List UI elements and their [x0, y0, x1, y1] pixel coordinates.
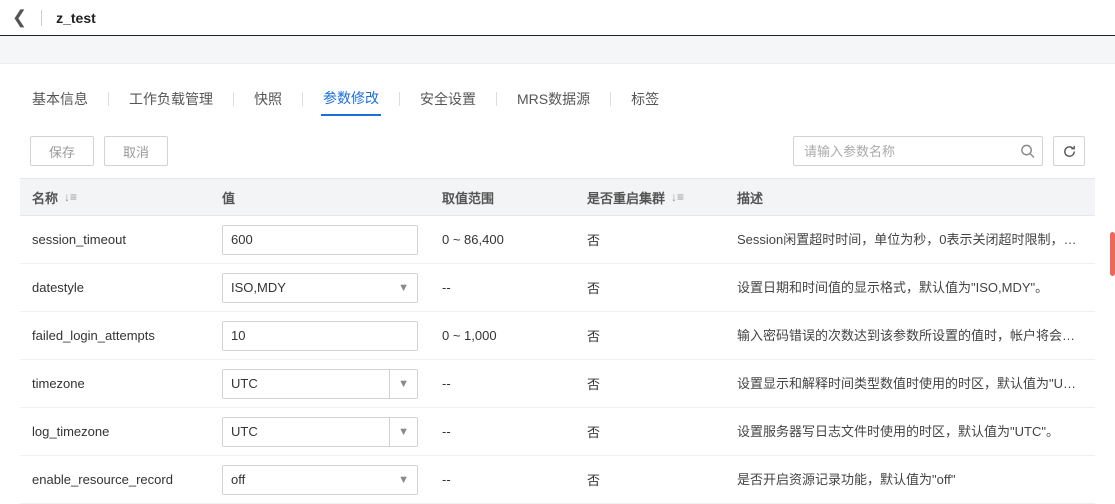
- page-title: z_test: [56, 10, 96, 26]
- param-restart: 否: [575, 422, 725, 441]
- cancel-button[interactable]: 取消: [104, 136, 168, 166]
- chevron-down-icon[interactable]: ▼: [389, 418, 409, 446]
- main-panel: 基本信息 工作负载管理 快照 参数修改 安全设置 MRS数据源 标签 保存 取消 名称 ↓≡…: [20, 64, 1095, 504]
- param-value-select[interactable]: off ▼: [222, 465, 418, 495]
- param-desc: 设置显示和解释时间类型数值时使用的时区，默认值为"UTC"。: [725, 360, 1095, 408]
- tab-separator: [108, 92, 109, 106]
- select-label: UTC: [231, 376, 258, 391]
- param-name: timezone: [20, 376, 210, 391]
- param-name: datestyle: [20, 280, 210, 295]
- param-range: 0 ~ 1,000: [430, 328, 575, 343]
- chevron-down-icon[interactable]: ▼: [389, 370, 409, 398]
- tab-2[interactable]: 快照: [252, 83, 284, 115]
- param-desc: 是否开启资源记录功能，默认值为"off": [725, 456, 1095, 504]
- param-value-cell: [210, 225, 430, 255]
- param-value-select[interactable]: ISO,MDY ▼: [222, 273, 418, 303]
- refresh-button[interactable]: [1053, 136, 1085, 166]
- param-desc: 输入密码错误的次数达到该参数所设置的值时，帐户将会被自动锁定。...: [725, 312, 1095, 360]
- param-desc: Session闲置超时时间，单位为秒，0表示关闭超时限制，默认值为600秒...: [725, 216, 1095, 264]
- param-restart: 否: [575, 470, 725, 489]
- tab-0[interactable]: 基本信息: [30, 83, 90, 115]
- table-body: session_timeout0 ~ 86,400否Session闲置超时时间，…: [20, 216, 1095, 504]
- table-row: timezone UTC ▼ --否设置显示和解释时间类型数值时使用的时区，默认值为"…: [20, 360, 1095, 408]
- top-bar: ❮ z_test: [0, 0, 1115, 36]
- col-desc: 描述: [725, 188, 1095, 207]
- table-row: failed_login_attempts 0 ~ 1,000否输入密码错误的次数…: [20, 312, 1095, 360]
- chevron-down-icon[interactable]: ▼: [398, 282, 409, 294]
- param-name: failed_login_attempts: [20, 328, 210, 343]
- param-value-select[interactable]: UTC ▼: [222, 417, 418, 447]
- scrollbar-thumb[interactable]: [1110, 232, 1115, 276]
- param-range: --: [430, 424, 575, 439]
- select-label: off: [231, 472, 245, 487]
- tab-4[interactable]: 安全设置: [418, 83, 478, 115]
- tab-separator: [399, 92, 400, 106]
- param-restart: 否: [575, 278, 725, 297]
- param-restart: 否: [575, 374, 725, 393]
- tab-3[interactable]: 参数修改: [321, 82, 381, 116]
- table-header: 名称 ↓≡ 值 取值范围 是否重启集群 ↓≡ 描述: [20, 178, 1095, 216]
- params-table: 名称 ↓≡ 值 取值范围 是否重启集群 ↓≡ 描述 session_timeou…: [20, 178, 1095, 504]
- table-row: datestyle ISO,MDY ▼ --否设置日期和时间值的显示格式，默认值为"I…: [20, 264, 1095, 312]
- col-value-label: 值: [222, 188, 235, 207]
- param-name: session_timeout: [20, 232, 210, 247]
- param-value-cell: [210, 321, 430, 351]
- param-value-cell: off ▼: [210, 465, 430, 495]
- tab-separator: [302, 92, 303, 106]
- col-range-label: 取值范围: [442, 188, 494, 207]
- save-button[interactable]: 保存: [30, 136, 94, 166]
- tab-separator: [233, 92, 234, 106]
- param-desc: 设置日期和时间值的显示格式，默认值为"ISO,MDY"。: [725, 264, 1095, 312]
- param-value-cell: UTC ▼: [210, 369, 430, 399]
- tab-1[interactable]: 工作负载管理: [127, 83, 215, 115]
- tab-bar: 基本信息 工作负载管理 快照 参数修改 安全设置 MRS数据源 标签: [20, 64, 1095, 126]
- toolbar: 保存 取消: [20, 126, 1095, 178]
- param-value-select[interactable]: UTC ▼: [222, 369, 418, 399]
- table-row: enable_resource_record off ▼ --否是否开启资源记录功能，…: [20, 456, 1095, 504]
- param-range: --: [430, 472, 575, 487]
- param-value-input[interactable]: [222, 321, 418, 351]
- vertical-separator: [41, 10, 42, 26]
- param-range: 0 ~ 86,400: [430, 232, 575, 247]
- chevron-down-icon[interactable]: ▼: [398, 474, 409, 486]
- tab-6[interactable]: 标签: [629, 83, 661, 115]
- col-desc-label: 描述: [737, 188, 763, 207]
- select-label: ISO,MDY: [231, 280, 286, 295]
- sort-icon[interactable]: ↓≡: [64, 191, 77, 203]
- search-input[interactable]: [793, 136, 1043, 166]
- tab-separator: [496, 92, 497, 106]
- col-range: 取值范围: [430, 188, 575, 207]
- param-restart: 否: [575, 230, 725, 249]
- search-wrap: [793, 136, 1043, 166]
- param-name: log_timezone: [20, 424, 210, 439]
- param-range: --: [430, 376, 575, 391]
- tab-separator: [610, 92, 611, 106]
- param-name: enable_resource_record: [20, 472, 210, 487]
- search-icon[interactable]: [1020, 144, 1035, 159]
- back-button[interactable]: ❮: [12, 7, 27, 28]
- param-value-input[interactable]: [222, 225, 418, 255]
- col-restart-label: 是否重启集群: [587, 188, 665, 207]
- col-name-label: 名称: [32, 188, 58, 207]
- param-value-cell: UTC ▼: [210, 417, 430, 447]
- col-restart[interactable]: 是否重启集群 ↓≡: [575, 188, 725, 207]
- col-name[interactable]: 名称 ↓≡: [20, 188, 210, 207]
- param-desc: 设置服务器写日志文件时使用的时区，默认值为"UTC"。: [725, 408, 1095, 456]
- header-spacer: [0, 36, 1115, 64]
- param-range: --: [430, 280, 575, 295]
- tab-5[interactable]: MRS数据源: [515, 83, 592, 115]
- select-label: UTC: [231, 424, 258, 439]
- table-row: session_timeout 0 ~ 86,400否Session闲置超时时间，…: [20, 216, 1095, 264]
- col-value: 值: [210, 188, 430, 207]
- table-row: log_timezone UTC ▼ --否设置服务器写日志文件时使用的时区，默认值为…: [20, 408, 1095, 456]
- param-value-cell: ISO,MDY ▼: [210, 273, 430, 303]
- param-restart: 否: [575, 326, 725, 345]
- sort-icon[interactable]: ↓≡: [671, 191, 684, 203]
